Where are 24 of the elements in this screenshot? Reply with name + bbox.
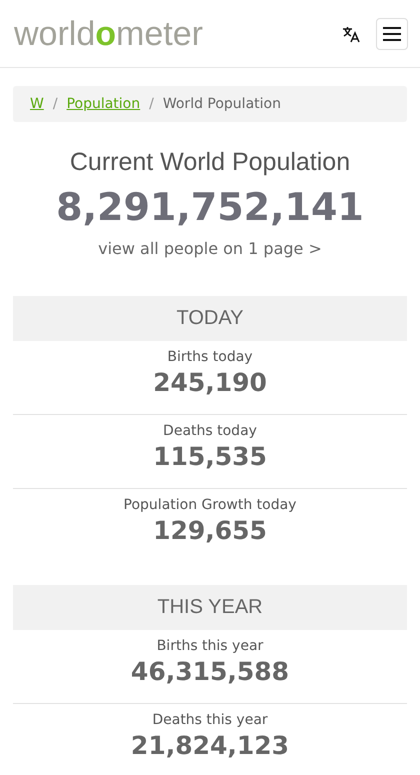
section-heading: THIS YEAR xyxy=(13,585,407,630)
menu-icon xyxy=(383,26,401,40)
breadcrumb-link[interactable]: W xyxy=(30,96,44,112)
page-title: Current World Population xyxy=(68,148,352,177)
separator: / xyxy=(149,96,154,112)
stat-value: 245,190 xyxy=(152,368,268,397)
breadcrumb-current: World Population xyxy=(162,96,281,112)
stat-label: Population Growth today xyxy=(122,497,298,513)
population-counter: 8,291,752,141 xyxy=(55,185,365,229)
stat-label: Deaths today xyxy=(162,423,258,439)
view-all-link[interactable]: view all people on 1 page > xyxy=(98,239,322,258)
stat-value: 129,655 xyxy=(152,516,268,545)
translate-icon[interactable] xyxy=(342,24,360,42)
stat-label: Births today xyxy=(166,349,254,365)
stat-label: Births this year xyxy=(156,638,264,654)
breadcrumb-link[interactable]: Population xyxy=(66,96,140,112)
stat-label: Deaths this year xyxy=(151,712,269,728)
menu-button[interactable] xyxy=(376,18,408,50)
section-heading: TODAY xyxy=(13,296,407,341)
stat-value: 21,824,123 xyxy=(130,731,290,760)
separator: / xyxy=(52,96,58,112)
logo[interactable]: worldometer xyxy=(14,16,203,50)
stat-value: 115,535 xyxy=(152,442,268,471)
stat-value: 46,315,588 xyxy=(130,657,290,686)
